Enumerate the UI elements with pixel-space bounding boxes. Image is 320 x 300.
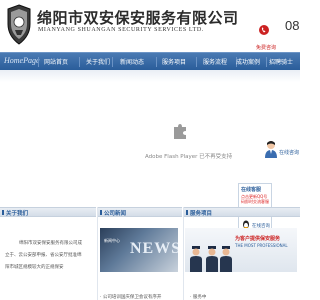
about-intro-text: 绵阳市双安保安服务有限公司成立于、云公安部申报、省公安厅批准绵阳市城区规模较大的… xyxy=(5,241,82,270)
section-marker xyxy=(100,210,102,215)
qq-update-notice[interactable]: 点击更新QQ号码即时交流客服 xyxy=(241,194,269,204)
plugin-puzzle-icon xyxy=(174,124,186,139)
nav-divider xyxy=(112,57,113,67)
flash-unsupported-message: Adobe Flash Player 已不再受支持 xyxy=(145,154,233,160)
online-consult-button[interactable]: 在线咨询 xyxy=(279,149,299,156)
nav-item-about[interactable]: 关于我们 xyxy=(86,57,110,66)
company-name-en: MIANYANG SHUANGAN SECURITY SERVICES LTD. xyxy=(38,27,204,33)
services-list-item[interactable]: · 服务中 xyxy=(190,294,206,300)
security-guard-figure-icon xyxy=(190,246,202,272)
services-thumbnail[interactable]: 为客户提供保安服务 THE MOST PROFESSIONAL xyxy=(185,228,297,272)
news-center-label: 新闻中心 xyxy=(104,238,120,243)
company-name-cn: 绵阳市双安保安服务有限公司 xyxy=(37,9,239,27)
nav-divider xyxy=(79,57,80,67)
news-section-header: 公司新闻 xyxy=(98,207,182,217)
section-marker xyxy=(2,210,4,215)
security-guard-figure-icon xyxy=(220,246,232,272)
main-nav: HomePage 网站首页 关于我们 新闻动态 服务项目 服务流程 成功案例 招… xyxy=(0,52,300,70)
services-section-header: 服务项目 xyxy=(184,207,300,217)
header: 绵阳市双安保安服务有限公司 MIANYANG SHUANGAN SECURITY… xyxy=(0,0,300,52)
services-section-title[interactable]: 服务项目 xyxy=(190,209,212,217)
column-divider xyxy=(183,207,184,300)
nav-homepage-label: HomePage xyxy=(4,56,40,65)
nav-item-home[interactable]: 网站首页 xyxy=(44,57,68,66)
nav-item-recruit[interactable]: 招聘骑士 xyxy=(269,57,293,66)
about-section-header: 关于我们 xyxy=(0,207,96,217)
banner-strip xyxy=(0,70,300,82)
news-word-graphic: NEWS xyxy=(130,240,178,257)
services-slogan: 为客户提供保安服务 xyxy=(235,236,281,242)
nav-item-news[interactable]: 新闻动态 xyxy=(120,57,144,66)
about-section-title[interactable]: 关于我们 xyxy=(6,209,28,217)
nav-divider xyxy=(38,57,39,67)
security-guard-figure-icon xyxy=(206,246,218,272)
nav-divider xyxy=(196,57,197,67)
news-list-item[interactable]: · 公司培训国庆保卫会议有序开 xyxy=(100,294,161,300)
nav-item-process[interactable]: 服务流程 xyxy=(203,57,227,66)
nav-item-cases[interactable]: 成功案例 xyxy=(236,57,260,66)
column-divider xyxy=(97,207,98,300)
free-consult-label: 免费咨询 xyxy=(256,45,277,51)
nav-divider xyxy=(156,57,157,67)
hotline-number: 08 xyxy=(285,18,300,33)
nav-divider xyxy=(266,57,267,67)
phone-icon xyxy=(259,25,269,35)
customer-service-avatar-icon xyxy=(265,141,277,158)
section-marker xyxy=(186,210,188,215)
news-thumbnail[interactable]: 新闻中心 NEWS xyxy=(100,228,178,272)
services-slogan-en: THE MOST PROFESSIONAL xyxy=(235,243,288,248)
shield-emblem-logo xyxy=(7,4,31,45)
online-service-title: 在线客服 xyxy=(241,187,262,193)
nav-item-services[interactable]: 服务项目 xyxy=(162,57,186,66)
news-section-title[interactable]: 公司新闻 xyxy=(104,209,126,217)
